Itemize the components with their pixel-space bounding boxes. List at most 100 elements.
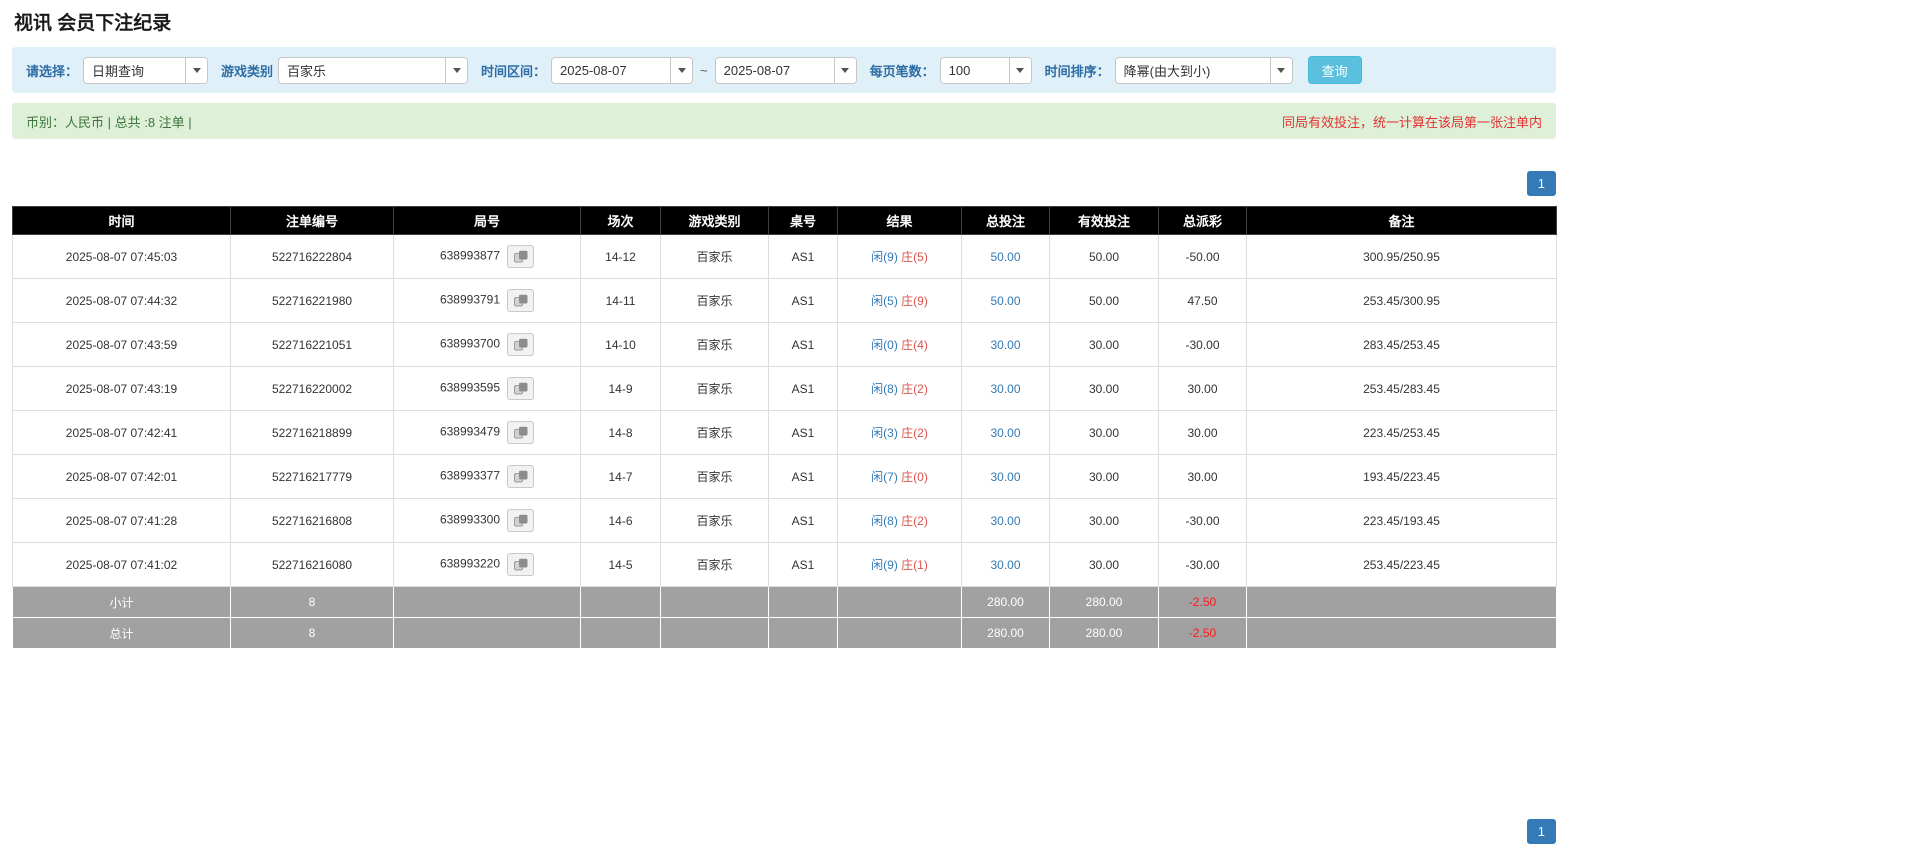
cell-result: 闲(7) 庄(0) <box>838 455 962 499</box>
cell-table-no: AS1 <box>769 323 838 367</box>
round-detail-button[interactable] <box>507 377 534 400</box>
game-type-select[interactable]: 百家乐 <box>278 57 468 84</box>
total-bet-link[interactable]: 50.00 <box>990 294 1020 308</box>
search-button[interactable]: 查询 <box>1308 56 1362 84</box>
summary-row: 小计8280.00280.00-2.50 <box>13 587 1557 618</box>
chevron-down-icon[interactable] <box>670 58 692 83</box>
cell-note: 253.45/283.45 <box>1247 367 1557 411</box>
footer-count: 8 <box>231 587 394 618</box>
footer-valid-bet: 280.00 <box>1050 618 1159 649</box>
cell-game-type: 百家乐 <box>661 235 769 279</box>
cards-icon <box>514 426 528 439</box>
cell-payout: 47.50 <box>1159 279 1247 323</box>
cell-note: 193.45/223.45 <box>1247 455 1557 499</box>
cell-result: 闲(8) 庄(2) <box>838 367 962 411</box>
chevron-down-icon[interactable] <box>1009 58 1031 83</box>
footer-empty <box>394 618 581 649</box>
cell-time: 2025-08-07 07:45:03 <box>13 235 231 279</box>
result-banker: 庄(2) <box>901 426 928 440</box>
cell-bet-id: 522716216080 <box>231 543 394 587</box>
cell-bet-id: 522716221980 <box>231 279 394 323</box>
date-to-select[interactable]: 2025-08-07 <box>715 57 857 84</box>
cards-icon <box>514 470 528 483</box>
result-player: 闲(9) <box>871 558 898 572</box>
total-bet-link[interactable]: 30.00 <box>990 558 1020 572</box>
sort-order-select[interactable]: 降幂(由大到小) <box>1115 57 1293 84</box>
cell-game-type: 百家乐 <box>661 279 769 323</box>
query-type-label: 请选择： <box>26 61 78 80</box>
cell-note: 300.95/250.95 <box>1247 235 1557 279</box>
result-banker: 庄(5) <box>901 250 928 264</box>
round-id: 638993595 <box>440 381 500 395</box>
cell-total-bet: 50.00 <box>962 235 1050 279</box>
cell-total-bet: 30.00 <box>962 323 1050 367</box>
cell-bet-id: 522716216808 <box>231 499 394 543</box>
chevron-down-icon[interactable] <box>1270 58 1292 83</box>
round-id: 638993791 <box>440 293 500 307</box>
date-from-select[interactable]: 2025-08-07 <box>551 57 693 84</box>
page-title: 视讯 会员下注纪录 <box>14 8 1556 35</box>
chevron-down-icon[interactable] <box>185 58 207 83</box>
round-detail-button[interactable] <box>507 421 534 444</box>
round-detail-button[interactable] <box>507 245 534 268</box>
cell-table-no: AS1 <box>769 367 838 411</box>
summary-bar: 币别：人民币 | 总共 :8 注单 | 同局有效投注，统一计算在该局第一张注单内 <box>12 103 1556 139</box>
cell-total-bet: 50.00 <box>962 279 1050 323</box>
query-type-value: 日期查询 <box>84 58 185 83</box>
page-size-value: 100 <box>941 58 1009 83</box>
currency-total-text: 币别：人民币 | 总共 :8 注单 | <box>26 112 192 131</box>
page-button-1[interactable]: 1 <box>1527 819 1556 844</box>
result-banker: 庄(4) <box>901 338 928 352</box>
total-bet-link[interactable]: 30.00 <box>990 470 1020 484</box>
table-row: 2025-08-07 07:41:02522716216080638993220… <box>13 543 1557 587</box>
footer-empty <box>769 587 838 618</box>
cell-table-no: AS1 <box>769 543 838 587</box>
cell-table-no: AS1 <box>769 235 838 279</box>
cell-valid-bet: 30.00 <box>1050 411 1159 455</box>
cards-icon <box>514 558 528 571</box>
result-player: 闲(8) <box>871 514 898 528</box>
round-detail-button[interactable] <box>507 465 534 488</box>
total-bet-link[interactable]: 50.00 <box>990 250 1020 264</box>
total-bet-link[interactable]: 30.00 <box>990 382 1020 396</box>
cell-table-no: AS1 <box>769 499 838 543</box>
round-detail-button[interactable] <box>507 553 534 576</box>
chevron-down-icon[interactable] <box>445 58 467 83</box>
cell-note: 223.45/193.45 <box>1247 499 1557 543</box>
cell-round-id: 638993220 <box>394 543 581 587</box>
cell-result: 闲(5) 庄(9) <box>838 279 962 323</box>
cell-session: 14-6 <box>581 499 661 543</box>
cell-total-bet: 30.00 <box>962 455 1050 499</box>
chevron-down-icon[interactable] <box>834 58 856 83</box>
game-type-value: 百家乐 <box>279 58 445 83</box>
footer-count: 8 <box>231 618 394 649</box>
total-bet-link[interactable]: 30.00 <box>990 338 1020 352</box>
total-bet-link[interactable]: 30.00 <box>990 426 1020 440</box>
result-banker: 庄(2) <box>901 514 928 528</box>
cell-time: 2025-08-07 07:41:28 <box>13 499 231 543</box>
round-detail-button[interactable] <box>507 333 534 356</box>
round-detail-button[interactable] <box>507 289 534 312</box>
page-button-1[interactable]: 1 <box>1527 171 1556 196</box>
cell-time: 2025-08-07 07:43:59 <box>13 323 231 367</box>
round-detail-button[interactable] <box>507 509 534 532</box>
result-player: 闲(5) <box>871 294 898 308</box>
result-player: 闲(8) <box>871 382 898 396</box>
table-row: 2025-08-07 07:42:41522716218899638993479… <box>13 411 1557 455</box>
cell-payout: -30.00 <box>1159 543 1247 587</box>
query-type-select[interactable]: 日期查询 <box>83 57 208 84</box>
footer-payout: -2.50 <box>1159 587 1247 618</box>
result-banker: 庄(2) <box>901 382 928 396</box>
cell-game-type: 百家乐 <box>661 323 769 367</box>
bet-records-table: 时间注单编号局号场次游戏类别桌号结果总投注有效投注总派彩备注 2025-08-0… <box>12 206 1557 649</box>
footer-empty <box>661 618 769 649</box>
page-size-select[interactable]: 100 <box>940 57 1032 84</box>
cell-session: 14-9 <box>581 367 661 411</box>
total-bet-link[interactable]: 30.00 <box>990 514 1020 528</box>
round-id: 638993377 <box>440 469 500 483</box>
round-id: 638993700 <box>440 337 500 351</box>
cell-bet-id: 522716222804 <box>231 235 394 279</box>
date-to-value: 2025-08-07 <box>716 58 834 83</box>
column-header: 游戏类别 <box>661 207 769 235</box>
cell-session: 14-11 <box>581 279 661 323</box>
